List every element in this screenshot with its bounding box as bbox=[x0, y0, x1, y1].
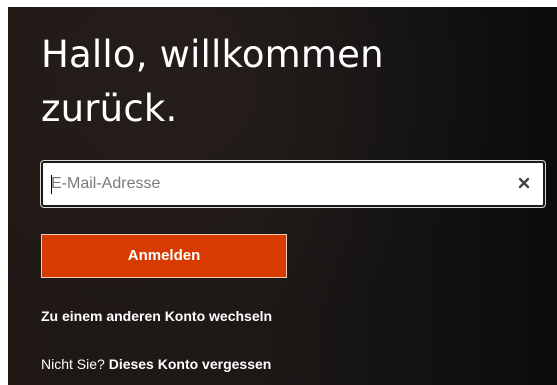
email-input[interactable] bbox=[51, 163, 491, 205]
close-icon[interactable] bbox=[517, 176, 531, 190]
sign-in-button[interactable]: Anmelden bbox=[41, 234, 287, 278]
sign-in-panel: Hallo, willkommen zurück. Anmelden Zu ei… bbox=[8, 7, 557, 385]
switch-account-link[interactable]: Zu einem anderen Konto wechseln bbox=[41, 308, 272, 324]
email-field[interactable] bbox=[40, 160, 546, 208]
page-title: Hallo, willkommen zurück. bbox=[41, 33, 384, 130]
text-cursor bbox=[51, 175, 52, 194]
not-you-label: Nicht Sie? bbox=[41, 356, 109, 372]
forget-account-link[interactable]: Dieses Konto vergessen bbox=[109, 356, 272, 372]
forget-account-row: Nicht Sie? Dieses Konto vergessen bbox=[41, 356, 271, 372]
